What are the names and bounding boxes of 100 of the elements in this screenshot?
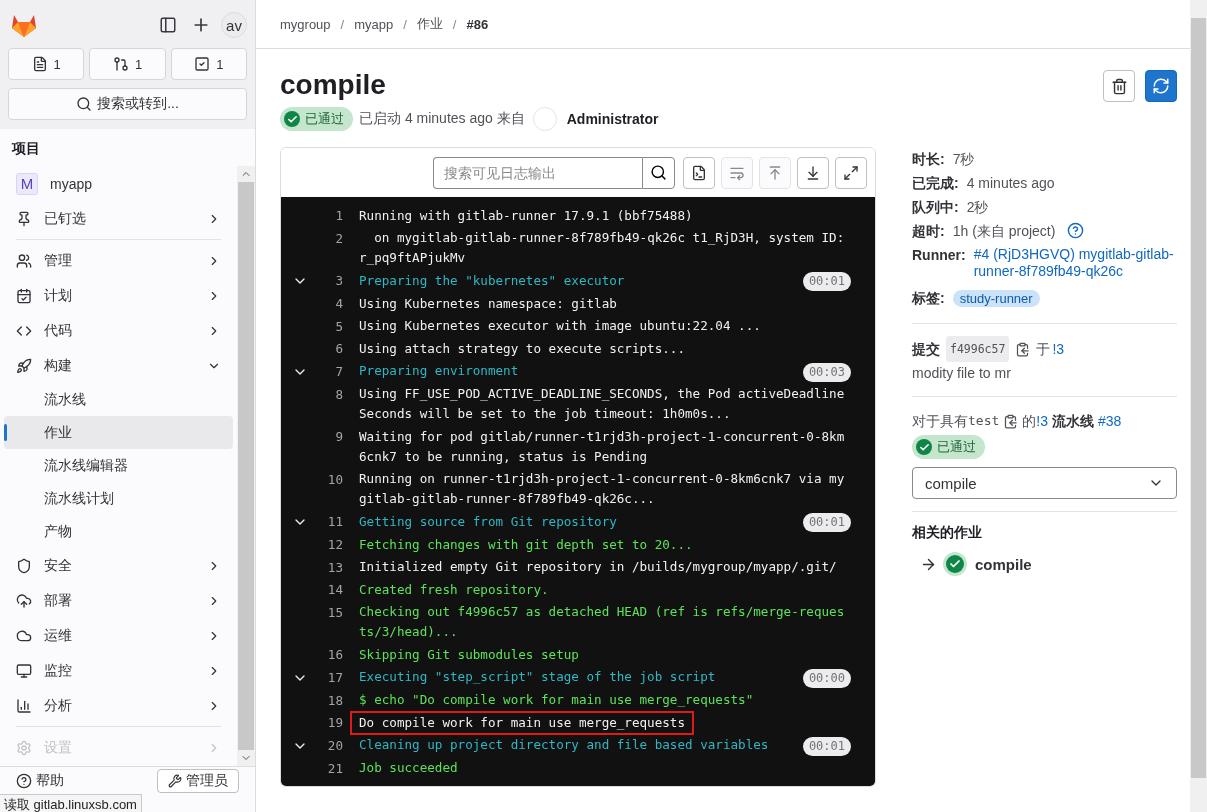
log-line: Created fresh repository. xyxy=(359,580,550,599)
scroll-bottom-button[interactable] xyxy=(797,156,829,189)
nav-subitem[interactable]: 流水线编辑器 xyxy=(4,449,233,482)
chart-icon xyxy=(16,697,32,714)
nav-item[interactable]: 管理 xyxy=(4,243,233,278)
breadcrumb-separator: / xyxy=(452,16,457,32)
detail-label: 时长: xyxy=(912,150,945,169)
nav-item[interactable]: 代码 xyxy=(4,313,233,348)
pipeline-link[interactable]: #38 xyxy=(1098,409,1122,433)
line-number: 6 xyxy=(334,340,343,357)
nav-item[interactable]: 部署 xyxy=(4,583,233,618)
job-select[interactable]: compile xyxy=(912,467,1177,499)
check-icon xyxy=(284,111,300,127)
pipeline-label: 流水线 xyxy=(1052,412,1094,431)
line-number: 18 xyxy=(326,691,343,709)
expand-icon xyxy=(843,164,859,181)
scrollbar-thumb[interactable] xyxy=(238,182,254,750)
fullscreen-button[interactable] xyxy=(835,156,867,189)
line-number: 2 xyxy=(334,229,343,247)
settings-icon xyxy=(16,739,32,756)
user-name[interactable]: Administrator xyxy=(566,111,659,127)
search-button[interactable] xyxy=(642,156,675,189)
log-line: Waiting for pod gitlab/runner-t1rjd3h-project-1-concurrent-0-8km6cnk7 to be running, status is Pending xyxy=(359,427,846,466)
started-text: 已启动 4 minutes ago 来自 xyxy=(359,110,525,128)
line-number: 21 xyxy=(326,759,343,777)
search-button[interactable]: 搜索或转到... xyxy=(8,88,247,120)
scrollbar-thumb[interactable] xyxy=(1191,18,1206,778)
runner-link[interactable]: #4 (RjD3HGVQ) mygitlab-gitlab-runner-8f789fb49-qk26c xyxy=(973,246,1177,280)
line-number: 19 xyxy=(326,714,343,731)
delete-button[interactable] xyxy=(1103,70,1135,102)
copy-icon[interactable] xyxy=(1003,413,1019,429)
breadcrumb-link[interactable]: 作业 xyxy=(416,15,443,33)
line-number: 1 xyxy=(334,207,343,224)
log-line: Preparing the "kubernetes" executor xyxy=(359,271,626,290)
log-line: Using Kubernetes executor with image ubuntu:22.04 ... xyxy=(359,317,762,335)
log-line: $ echo "Do compile work for main use merge_requests" xyxy=(359,691,755,709)
detail-label: 队列中: xyxy=(912,198,959,217)
help-icon xyxy=(16,772,32,789)
commit-sha[interactable]: f4996c57 xyxy=(946,336,1010,362)
duration-badge: 00:01 xyxy=(802,272,851,291)
branch-name: test xyxy=(968,412,1000,430)
detail-value: 2秒 xyxy=(966,198,989,217)
pipeline-prefix: 对于具有 xyxy=(912,412,968,431)
raw-log-button[interactable] xyxy=(683,156,715,189)
retry-button[interactable] xyxy=(1145,70,1177,102)
line-number: 4 xyxy=(334,295,343,312)
admin-button[interactable]: 管理员 xyxy=(157,768,239,793)
counter-button[interactable]: 1 xyxy=(89,48,166,80)
rocket-icon xyxy=(16,357,32,374)
merge-request-icon xyxy=(112,56,129,72)
merge-request-link[interactable]: !3 xyxy=(1036,409,1048,433)
nav-item[interactable]: 监控 xyxy=(4,653,233,688)
duration-badge: 00:01 xyxy=(802,513,851,532)
help-link[interactable]: 帮助 xyxy=(16,771,64,790)
nav-item[interactable]: 分析 xyxy=(4,688,233,723)
duration-badge: 00:00 xyxy=(802,668,851,688)
log-line: on mygitlab-gitlab-runner-8f789fb49-qk26c t1_RjD3H, system ID: r_pq9ftAPjukMv xyxy=(359,229,846,267)
counter-button[interactable]: 1 xyxy=(8,48,85,80)
log-search-field[interactable]: 搜索可见日志输出 xyxy=(433,156,642,189)
nav-item[interactable]: 已钉选 xyxy=(4,201,233,236)
breadcrumb-link[interactable]: #86 xyxy=(466,16,489,32)
user-avatar[interactable]: av xyxy=(221,12,247,38)
merge-request-link[interactable]: !3 xyxy=(1052,337,1065,361)
nav-subitem[interactable]: 流水线计划 xyxy=(4,482,233,515)
wrench-icon xyxy=(168,773,182,788)
log-line: Running with gitlab-runner 17.9.1 (bbf75488) xyxy=(359,206,694,225)
duration-badge: 00:03 xyxy=(802,362,851,382)
help-icon[interactable] xyxy=(1067,222,1085,239)
log-line: Initialized empty Git repository in /builds/mygroup/myapp/.git/ xyxy=(359,558,838,576)
nav-item[interactable]: 计划 xyxy=(4,278,233,313)
line-number: 10 xyxy=(326,470,343,488)
copy-icon[interactable] xyxy=(1015,341,1031,357)
line-number: 7 xyxy=(334,362,343,380)
breadcrumb-link[interactable]: myapp xyxy=(354,16,394,32)
project-link[interactable]: M myapp xyxy=(4,166,233,201)
commit-prep: 于 xyxy=(1036,340,1051,359)
log-line: Using attach strategy to execute scripts... xyxy=(359,339,687,358)
log-line: Cleaning up project directory and file based variables xyxy=(359,736,770,754)
related-title: 相关的作业 xyxy=(912,524,983,542)
sidebar-toggle-button[interactable] xyxy=(159,16,177,34)
nav-item[interactable]: 安全 xyxy=(4,548,233,583)
counter-button[interactable]: 1 xyxy=(170,48,247,80)
detail-value: 7秒 xyxy=(952,150,975,169)
commit-label: 提交 xyxy=(912,340,940,359)
related-job-link[interactable]: compile xyxy=(912,552,1177,576)
line-number: 3 xyxy=(334,272,343,289)
arrow-down-icon xyxy=(805,164,821,181)
search-icon xyxy=(650,164,667,181)
log-line: Fetching changes with git depth set to 20... xyxy=(359,535,694,554)
line-number: 13 xyxy=(326,558,343,576)
log-line: Skipping Git submodules setup xyxy=(359,645,580,664)
breadcrumb-link[interactable]: mygroup xyxy=(280,16,331,32)
line-number: 9 xyxy=(334,428,343,445)
line-number: 11 xyxy=(326,513,343,530)
log-line: Using Kubernetes namespace: gitlab xyxy=(359,294,618,313)
nav-item[interactable]: 构建 xyxy=(4,348,233,383)
nav-item[interactable]: 运维 xyxy=(4,618,233,653)
nav-subitem[interactable]: 作业 xyxy=(4,416,233,449)
nav-subitem[interactable]: 流水线 xyxy=(4,383,233,416)
nav-subitem[interactable]: 产物 xyxy=(4,515,233,548)
